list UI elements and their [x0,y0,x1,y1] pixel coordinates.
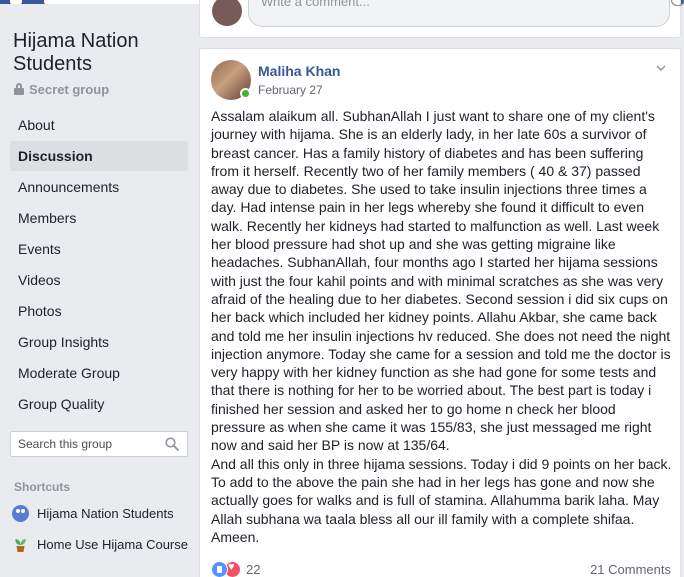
comment-placeholder: Write a comment... [261,0,370,9]
group-title[interactable]: Hijama Nation Students [13,30,193,76]
comment-input[interactable]: Write a comment... [248,0,684,27]
shortcut-home-use-hijama-course[interactable]: Home Use Hijama Course [12,534,188,554]
nav-item-discussion[interactable]: Discussion [10,141,188,171]
sticker-icon[interactable] [671,0,684,6]
group-search-input[interactable] [11,432,151,456]
group-icon [12,504,29,522]
nav-item-announcements[interactable]: Announcements [10,172,188,202]
post-footer: 22 21 Comments [211,560,671,577]
shortcut-label: Hijama Nation Students [37,505,174,521]
nav-item-members[interactable]: Members [10,203,188,233]
plant-icon [15,538,26,552]
post-author[interactable]: Maliha Khan [258,63,340,79]
lock-icon [14,83,24,95]
commenter-avatar[interactable] [212,0,242,26]
group-nav: About Discussion Announcements Members E… [10,110,188,420]
shortcuts-heading: Shortcuts [14,480,71,494]
shortcut-hijama-nation-students[interactable]: Hijama Nation Students [12,503,174,523]
nav-item-events[interactable]: Events [10,234,188,264]
group-search-box [10,431,188,457]
nav-item-group-quality[interactable]: Group Quality [10,389,188,419]
nav-item-videos[interactable]: Videos [10,265,188,295]
shortcut-label: Home Use Hijama Course [37,536,188,552]
search-icon[interactable] [165,437,179,451]
group-privacy: Secret group [14,80,109,98]
online-status-indicator [240,88,251,99]
chevron-down-icon[interactable] [656,63,666,73]
like-reaction-icon [211,561,228,577]
reaction-count: 22 [246,562,261,577]
feed-post: Maliha Khan February 27 Assalam alaikum … [199,48,681,577]
nav-item-group-insights[interactable]: Group Insights [10,327,188,357]
post-text: Assalam alaikum all. SubhanAllah I just … [211,108,672,545]
group-sidebar: Hijama Nation Students Secret group Abou… [0,0,200,577]
nav-item-about[interactable]: About [10,110,188,140]
group-privacy-label: Secret group [29,81,110,97]
nav-item-photos[interactable]: Photos [10,296,188,326]
previous-post: Write a comment... [199,0,684,38]
nav-item-moderate-group[interactable]: Moderate Group [10,358,188,388]
reactions-summary[interactable]: 22 [211,561,260,577]
comment-count-link[interactable]: 21 Comments [590,562,671,577]
post-timestamp[interactable]: February 27 [258,83,323,97]
